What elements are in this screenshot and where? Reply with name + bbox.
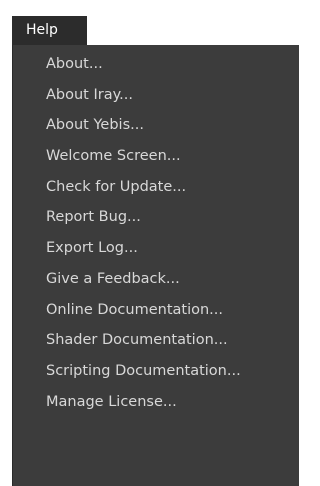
help-dropdown-menu: About... About Iray... About Yebis... We… <box>12 45 299 486</box>
menu-bar: Help <box>0 0 299 45</box>
menu-item-about[interactable]: About... <box>13 49 299 80</box>
menu-item-online-documentation[interactable]: Online Documentation... <box>13 295 299 326</box>
menu-item-shader-documentation[interactable]: Shader Documentation... <box>13 325 299 356</box>
menu-item-scripting-documentation[interactable]: Scripting Documentation... <box>13 356 299 387</box>
menu-item-about-iray[interactable]: About Iray... <box>13 80 299 111</box>
menu-item-about-yebis[interactable]: About Yebis... <box>13 110 299 141</box>
menu-item-welcome-screen[interactable]: Welcome Screen... <box>13 141 299 172</box>
window-edge <box>0 45 12 486</box>
help-menu-tab[interactable]: Help <box>12 16 87 45</box>
menu-item-check-for-update[interactable]: Check for Update... <box>13 172 299 203</box>
help-menu-list: About... About Iray... About Yebis... We… <box>13 49 299 417</box>
menu-item-manage-license[interactable]: Manage License... <box>13 387 299 418</box>
menu-item-report-bug[interactable]: Report Bug... <box>13 202 299 233</box>
menu-item-give-feedback[interactable]: Give a Feedback... <box>13 264 299 295</box>
menu-item-export-log[interactable]: Export Log... <box>13 233 299 264</box>
